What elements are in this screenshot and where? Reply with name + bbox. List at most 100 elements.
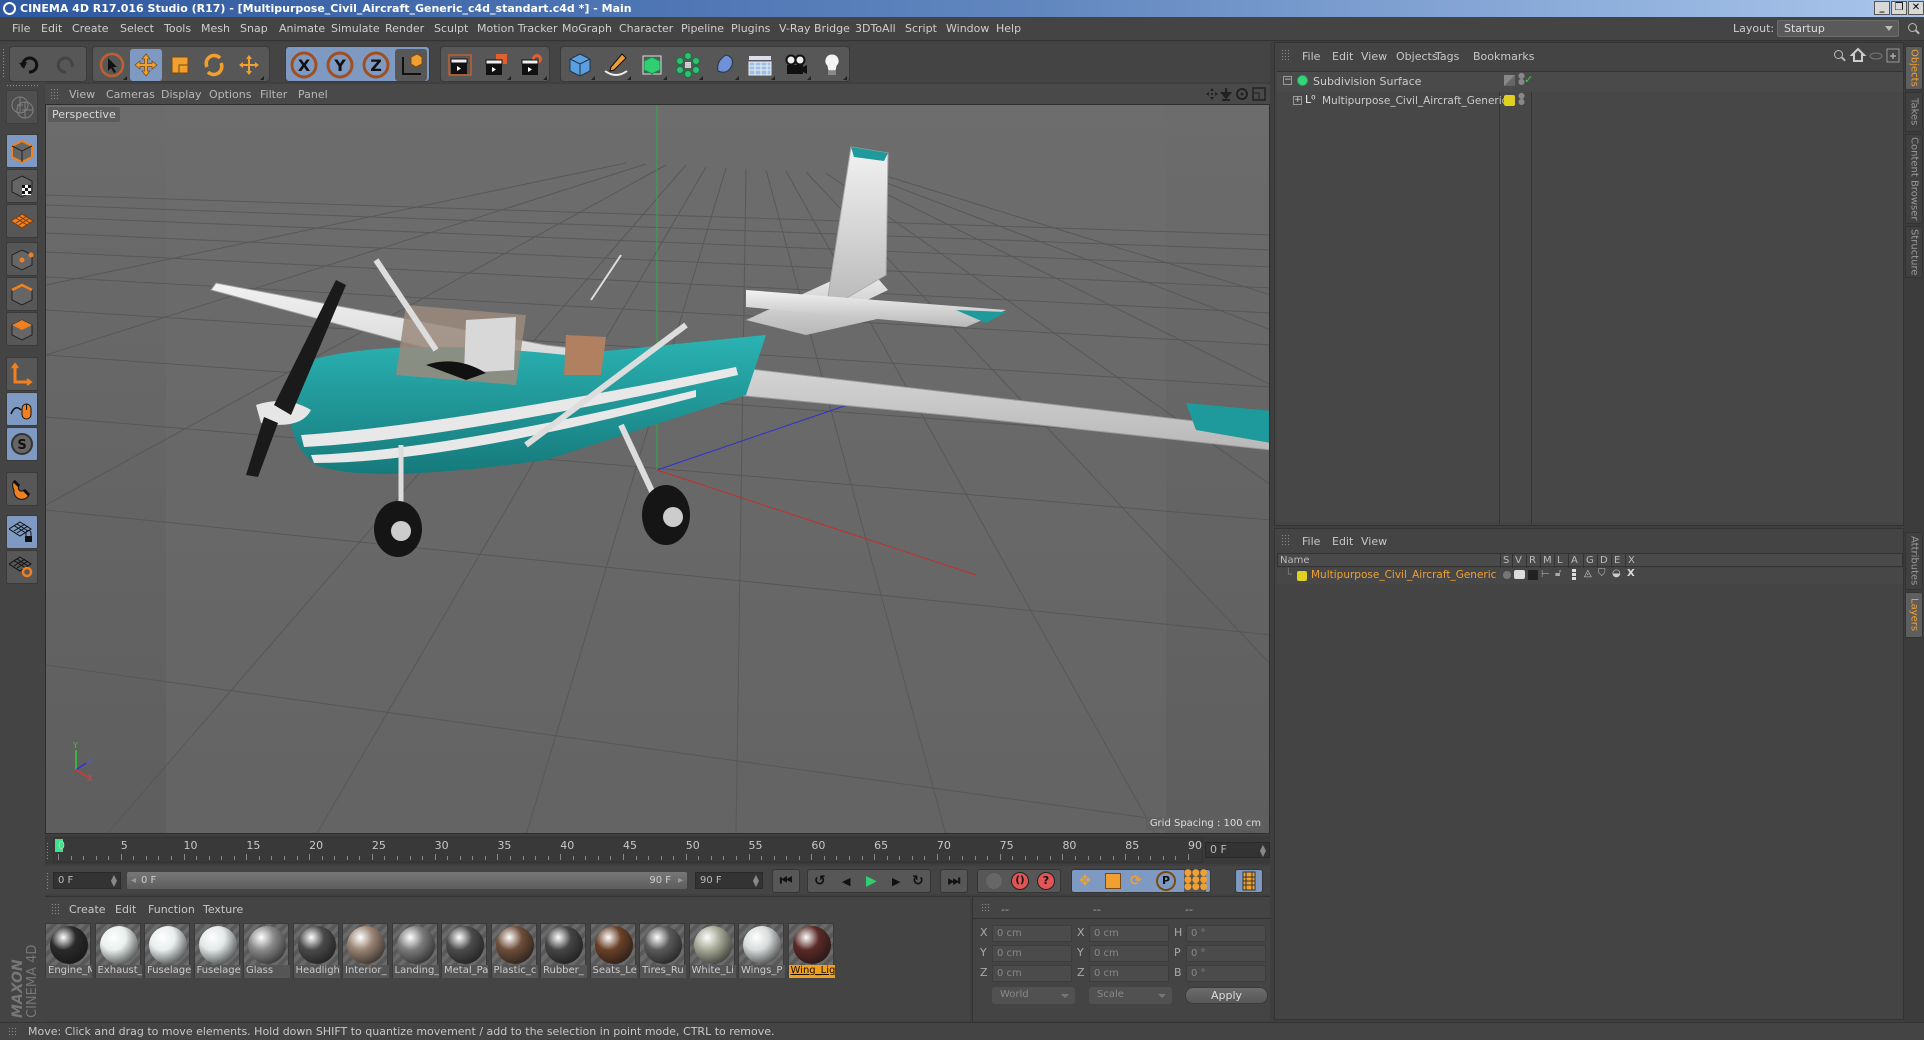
material-swatch[interactable]: Landing_: [391, 923, 439, 978]
menu-animate[interactable]: Animate: [279, 22, 325, 35]
key-parameter-button[interactable]: P: [1156, 871, 1176, 891]
deformer-button[interactable]: [708, 49, 740, 81]
y-axis-lock-button[interactable]: Y: [324, 49, 356, 81]
floor-button[interactable]: [744, 49, 776, 81]
menu-help[interactable]: Help: [996, 22, 1021, 35]
menu-sculpt[interactable]: Sculpt: [434, 22, 468, 35]
viewport-grip[interactable]: [50, 88, 60, 100]
rotation-p-field[interactable]: 0 °: [1186, 945, 1266, 962]
viewport-menu-panel[interactable]: Panel: [298, 88, 328, 101]
column-expressions[interactable]: E: [1611, 554, 1625, 568]
coordinate-system-button[interactable]: [395, 49, 427, 81]
home-icon[interactable]: [1850, 47, 1867, 62]
orbit-icon[interactable]: [1236, 88, 1248, 100]
3d-viewport[interactable]: Y Z X Perspective Grid Spacing : 100 cm: [45, 104, 1270, 834]
pen-spline-button[interactable]: [600, 49, 632, 81]
frame-range-slider[interactable]: ◂ 0 F 90 F ▸: [127, 872, 687, 889]
material-swatch[interactable]: Tires_Ru: [639, 923, 686, 978]
scale-button[interactable]: [164, 49, 196, 81]
menu-3dtoall[interactable]: 3DToAll: [855, 22, 896, 35]
visible-toggle-icon[interactable]: [1514, 570, 1525, 579]
menu-snap[interactable]: Snap: [240, 22, 268, 35]
enabled-check-icon[interactable]: ✓: [1524, 73, 1533, 86]
spinner-icon[interactable]: ▲ ▼: [1260, 844, 1266, 858]
go-to-start-button[interactable]: ⏮: [772, 869, 800, 893]
tab-content-browser[interactable]: Content Browser: [1905, 134, 1923, 224]
autokey-button[interactable]: [985, 872, 1003, 890]
layer-tag-icon[interactable]: [1504, 75, 1515, 86]
column-name[interactable]: Name: [1278, 554, 1500, 568]
tab-structure[interactable]: Structure: [1905, 226, 1923, 278]
generators-toggle-icon[interactable]: ◬: [1584, 568, 1592, 579]
redo-button[interactable]: [50, 49, 82, 81]
animation-toggle-icon[interactable]: [1572, 569, 1576, 581]
texture-mode-button[interactable]: [6, 169, 38, 203]
rotation-b-field[interactable]: 0 °: [1186, 965, 1266, 982]
position-x-field[interactable]: 0 cm: [992, 925, 1072, 942]
collapse-icon[interactable]: −: [1283, 76, 1292, 85]
layout-dropdown[interactable]: Startup: [1777, 20, 1899, 37]
record-active-button[interactable]: (): [1011, 872, 1029, 890]
material-menu-texture[interactable]: Texture: [203, 903, 243, 916]
menu-simulate[interactable]: Simulate: [331, 22, 380, 35]
solo-toggle-icon[interactable]: [1503, 571, 1511, 579]
search-icon[interactable]: [1834, 50, 1846, 62]
workplane-mode-button[interactable]: [6, 204, 38, 238]
object-menu-edit[interactable]: Edit: [1332, 50, 1353, 63]
go-to-end-button[interactable]: ⏭: [940, 869, 968, 893]
render-picture-viewer-button[interactable]: [480, 49, 512, 81]
layer-name[interactable]: Multipurpose_Civil_Aircraft_Generic: [1311, 569, 1496, 581]
size-z-field[interactable]: 0 cm: [1089, 965, 1169, 982]
position-z-field[interactable]: 0 cm: [992, 965, 1072, 982]
viewport-menu-display[interactable]: Display: [161, 88, 202, 101]
transport-grip[interactable]: [46, 872, 50, 890]
viewport-menu-options[interactable]: Options: [209, 88, 251, 101]
menu-character[interactable]: Character: [619, 22, 673, 35]
start-frame-field[interactable]: 0 F ▲ ▼: [53, 872, 121, 889]
subdivision-surface-button[interactable]: [636, 49, 668, 81]
spinner-icon[interactable]: ▲ ▼: [753, 874, 759, 888]
tab-layers[interactable]: Layers: [1905, 592, 1923, 638]
expand-icon[interactable]: +: [1293, 96, 1302, 105]
layer-color-swatch[interactable]: [1504, 95, 1515, 106]
dolly-icon[interactable]: [1219, 88, 1233, 101]
material-swatch[interactable]: Wings_P: [738, 923, 785, 978]
material-menu-create[interactable]: Create: [69, 903, 106, 916]
previous-frame-button[interactable]: ◀: [842, 875, 850, 888]
column-render[interactable]: R: [1526, 554, 1540, 568]
material-swatch[interactable]: Rubber_: [540, 923, 587, 978]
edges-mode-button[interactable]: [6, 277, 38, 311]
column-animation[interactable]: A: [1568, 554, 1583, 568]
object-grip[interactable]: [1281, 49, 1291, 61]
eye-icon[interactable]: [1869, 52, 1883, 60]
column-generators[interactable]: G: [1583, 554, 1597, 568]
z-axis-lock-button[interactable]: Z: [360, 49, 392, 81]
rotate-button[interactable]: [198, 49, 230, 81]
column-manager[interactable]: M: [1540, 554, 1554, 568]
model-mode-button[interactable]: [6, 134, 38, 168]
key-pla-button[interactable]: ●●● ●●● ●●●: [1184, 869, 1208, 892]
material-swatch[interactable]: Glass: [243, 923, 290, 978]
object-name[interactable]: Multipurpose_Civil_Aircraft_Generic: [1322, 95, 1507, 107]
material-swatch[interactable]: Headligh: [292, 923, 340, 978]
material-swatch[interactable]: Fuselage: [144, 923, 191, 978]
key-rotation-button[interactable]: ⟳: [1130, 873, 1142, 889]
size-mode-dropdown[interactable]: Scale: [1089, 987, 1172, 1004]
manager-toggle-icon[interactable]: ⊢: [1541, 569, 1550, 580]
planar-workplane-button[interactable]: [6, 550, 38, 584]
make-editable-button[interactable]: [6, 90, 38, 124]
key-position-button[interactable]: ✥: [1079, 873, 1091, 889]
lock-toggle-icon[interactable]: 🔓︎: [1555, 568, 1561, 579]
polygons-mode-button[interactable]: [6, 312, 38, 346]
viewport-menu-cameras[interactable]: Cameras: [106, 88, 155, 101]
material-swatch[interactable]: White_Li: [688, 923, 736, 978]
tab-objects[interactable]: Objects: [1905, 46, 1923, 90]
camera-button[interactable]: [780, 49, 812, 81]
render-settings-button[interactable]: [516, 49, 548, 81]
restore-button[interactable]: ❐: [1891, 1, 1907, 15]
menu-file[interactable]: File: [12, 22, 30, 35]
material-grip[interactable]: [51, 903, 61, 915]
object-row[interactable]: − Subdivision Surface ● ● ✓: [1277, 72, 1903, 92]
object-menu-tags[interactable]: Tags: [1435, 50, 1459, 63]
cube-button[interactable]: [564, 49, 596, 81]
